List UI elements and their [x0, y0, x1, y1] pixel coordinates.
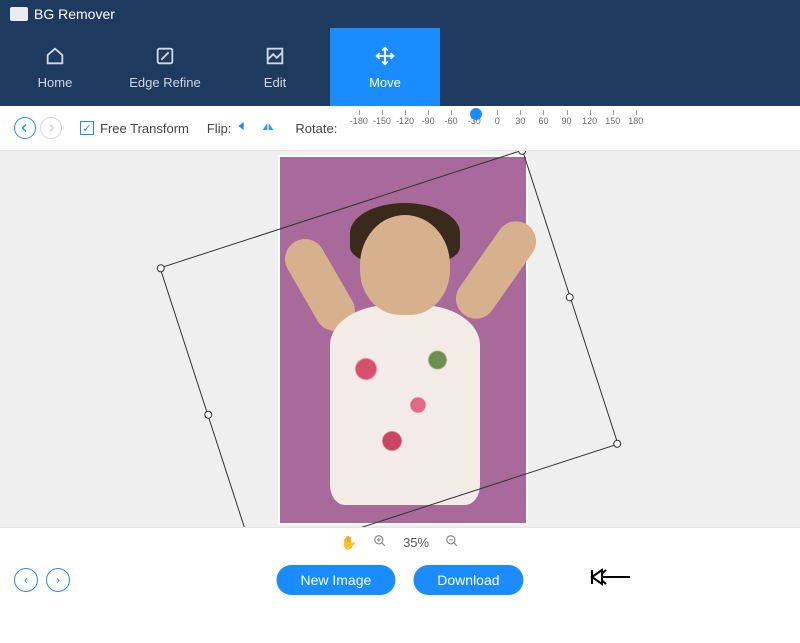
flip-vertical-icon[interactable] — [259, 118, 277, 139]
zoom-bar: ✋ 35% — [0, 527, 800, 557]
download-button[interactable]: Download — [413, 565, 523, 595]
new-image-button[interactable]: New Image — [276, 565, 395, 595]
rotate-slider[interactable]: -180-150-120-90-60-300306090120150180 — [347, 116, 647, 140]
zoom-in-icon[interactable] — [373, 534, 387, 551]
subject-cutout — [290, 175, 516, 523]
tab-edge-refine[interactable]: Edge Refine — [110, 28, 220, 106]
tab-label: Edge Refine — [129, 75, 201, 90]
annotation-arrow-icon — [590, 566, 632, 593]
app-title: BG Remover — [34, 6, 115, 22]
tab-label: Move — [369, 75, 401, 90]
zoom-level: 35% — [403, 535, 429, 550]
free-transform-label: Free Transform — [100, 121, 189, 136]
move-toolbar: ✓ Free Transform Flip: Rotate: -180-150-… — [0, 106, 800, 151]
tab-home[interactable]: Home — [0, 28, 110, 106]
handle-br[interactable] — [612, 439, 622, 449]
handle-tl[interactable] — [156, 263, 166, 273]
tab-label: Home — [38, 75, 73, 90]
app-logo-icon — [10, 7, 28, 21]
footer: ‹ › New Image Download — [0, 557, 800, 602]
checkbox-icon: ✓ — [80, 121, 94, 135]
prev-image-button[interactable]: ‹ — [14, 568, 38, 592]
tab-edit[interactable]: Edit — [220, 28, 330, 106]
canvas[interactable] — [0, 151, 800, 527]
flip-label: Flip: — [207, 121, 232, 136]
flip-horizontal-icon[interactable] — [237, 118, 253, 139]
move-icon — [374, 45, 396, 67]
free-transform-toggle[interactable]: ✓ Free Transform — [80, 121, 189, 136]
handle-ml[interactable] — [203, 410, 213, 420]
edit-icon — [264, 45, 286, 67]
tab-label: Edit — [264, 75, 286, 90]
handle-mr[interactable] — [565, 292, 575, 302]
hand-tool-icon[interactable]: ✋ — [341, 535, 357, 551]
rotate-knob[interactable] — [470, 108, 482, 120]
redo-button[interactable] — [40, 117, 62, 139]
edge-refine-icon — [154, 45, 176, 67]
rotate-label: Rotate: — [295, 121, 337, 136]
tab-move[interactable]: Move — [330, 28, 440, 106]
zoom-out-icon[interactable] — [445, 534, 459, 551]
undo-button[interactable] — [14, 117, 36, 139]
image-preview[interactable] — [278, 155, 528, 525]
rotate-ticks: -180-150-120-90-60-300306090120150180 — [347, 116, 647, 126]
title-bar: BG Remover — [0, 0, 800, 28]
main-tabs: Home Edge Refine Edit Move — [0, 28, 800, 106]
next-image-button[interactable]: › — [46, 568, 70, 592]
home-icon — [44, 45, 66, 67]
